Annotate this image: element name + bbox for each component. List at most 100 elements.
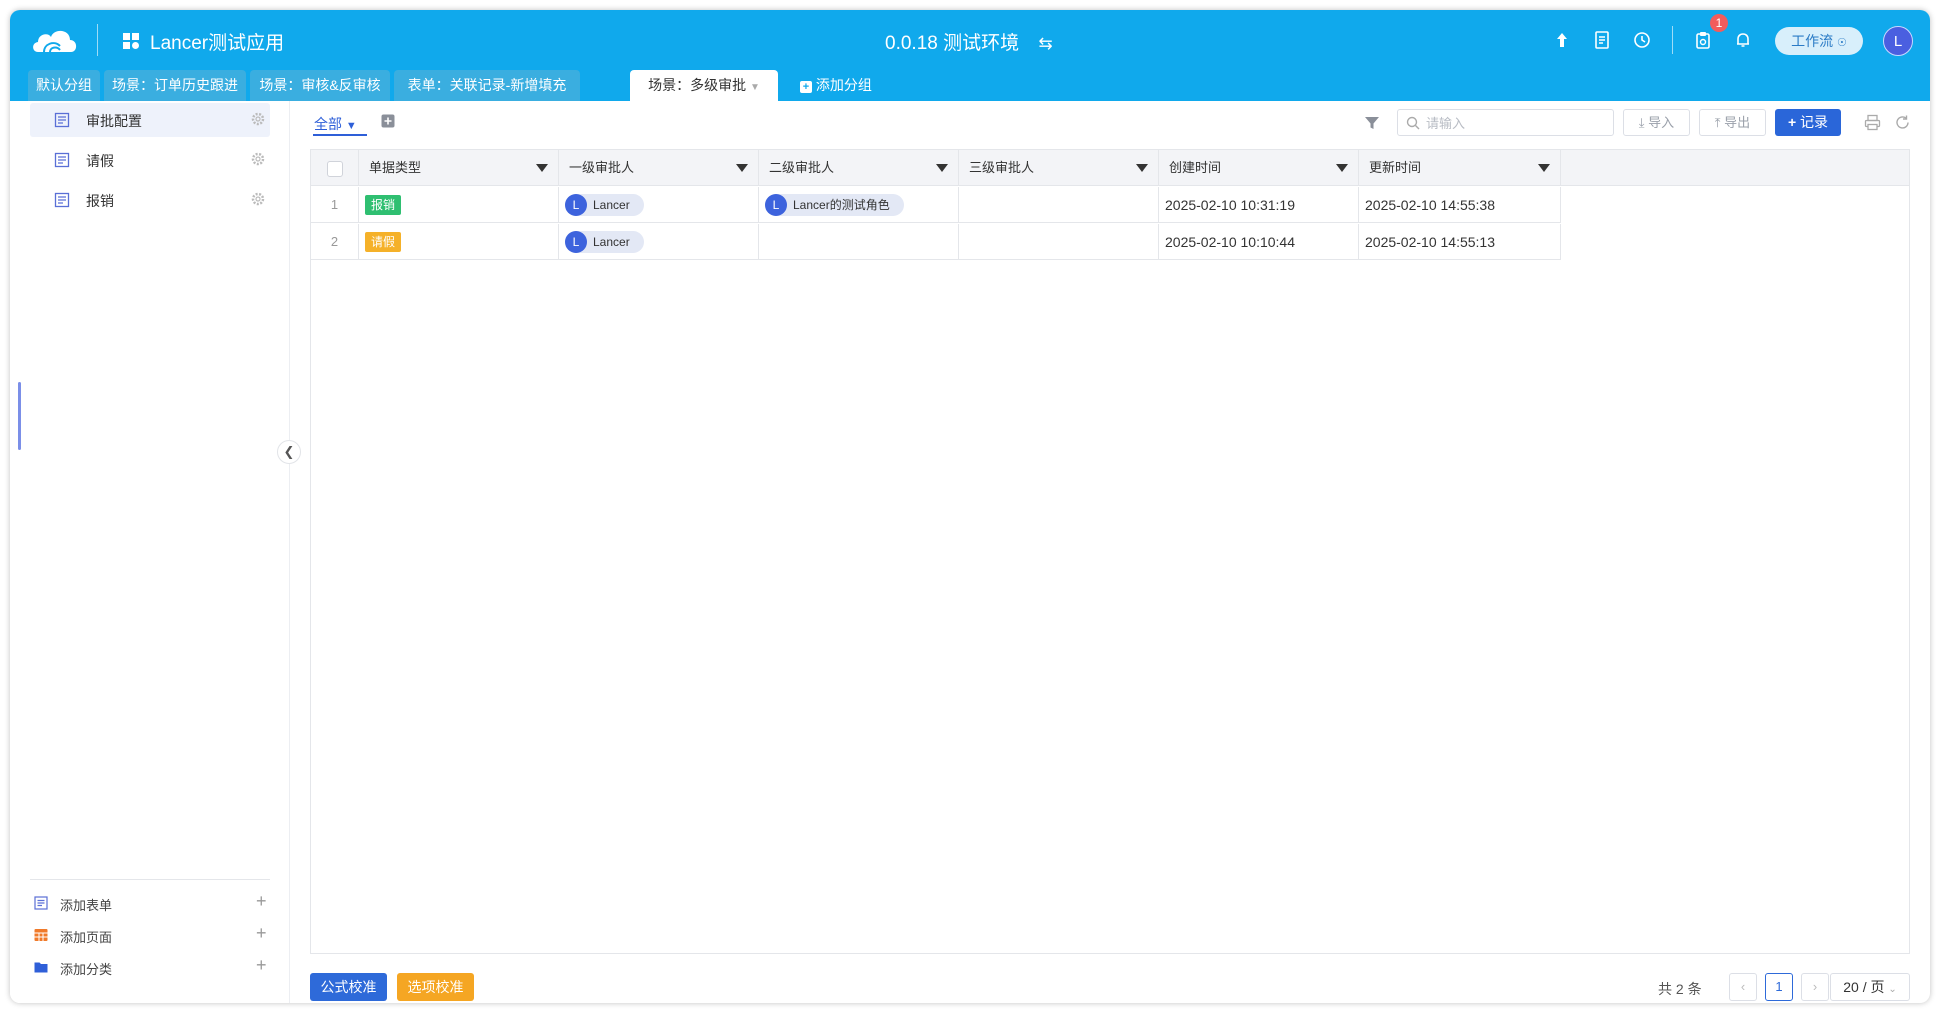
export-button[interactable]: ⤒ 导出 [1699, 109, 1766, 136]
column-header[interactable]: 一级审批人 [559, 150, 759, 186]
level1-approver-cell[interactable]: L Lancer [559, 224, 759, 260]
form-icon [54, 152, 70, 168]
sidebar-item-leave[interactable]: 请假 [30, 143, 270, 177]
add-page-button[interactable]: 添加页面 + [30, 923, 270, 949]
created-time: 2025-02-10 10:31:19 [1165, 197, 1295, 213]
avatar: L [765, 194, 787, 216]
bell-icon[interactable] [1733, 30, 1753, 50]
column-header[interactable]: 创建时间 [1159, 150, 1359, 186]
collapse-sidebar-button[interactable]: ❮ [277, 440, 301, 464]
search-input[interactable] [1426, 113, 1606, 133]
import-label: 导入 [1648, 115, 1675, 130]
updated-time-cell[interactable]: 2025-02-10 14:55:13 [1359, 224, 1561, 260]
add-group-label: 添加分组 [815, 77, 872, 93]
caret-down-icon[interactable] [1336, 164, 1348, 172]
chevron-right-icon: › [1812, 979, 1818, 994]
app-grid-icon [123, 33, 139, 49]
chevron-down-icon[interactable]: ▼ [750, 82, 760, 93]
sidebar-item-reimbursement[interactable]: 报销 [30, 183, 270, 217]
caret-down-icon[interactable] [536, 164, 548, 172]
column-header[interactable]: 二级审批人 [759, 150, 959, 186]
swap-icon[interactable]: ⇆ [1038, 34, 1052, 54]
chevron-down-icon: ⌄ [1888, 984, 1897, 995]
history-clock-icon[interactable] [1632, 30, 1652, 50]
plus-icon: + [1787, 114, 1797, 130]
caret-down-icon[interactable] [1136, 164, 1148, 172]
print-icon[interactable] [1864, 114, 1881, 131]
view-selector[interactable]: 全部 ▼ [314, 114, 357, 134]
type-cell[interactable]: 报销 [359, 187, 559, 223]
plus-square-icon: + [800, 81, 812, 93]
table-row[interactable]: 2 请假 L Lancer 2025-02-10 10:10:44 2025-0… [311, 224, 1561, 260]
type-cell[interactable]: 请假 [359, 224, 559, 260]
page-size-select[interactable]: 20 / 页 ⌄ [1830, 973, 1910, 1001]
document-icon[interactable] [1592, 30, 1612, 50]
formula-calibrate-button[interactable]: 公式校准 [310, 973, 387, 1001]
gear-icon[interactable] [250, 151, 266, 167]
sidebar-item-label: 报销 [86, 193, 114, 209]
scroll-indicator[interactable] [18, 382, 21, 450]
table-row[interactable]: 1 报销 L Lancer L Lancer的测试角色 2025-02-10 1… [311, 187, 1561, 223]
sidebar: 审批配置 请假 报销 添加表单 + 添加页面 + 添加分类 + [10, 101, 290, 1003]
column-label: 二级审批人 [769, 160, 835, 175]
app-name[interactable]: Lancer测试应用 [150, 28, 284, 55]
level2-approver-cell[interactable] [759, 224, 959, 260]
level3-approver-cell[interactable] [959, 224, 1159, 260]
caret-down-icon[interactable] [736, 164, 748, 172]
row-number: 1 [311, 187, 359, 223]
upload-icon[interactable] [1552, 30, 1572, 50]
add-category-button[interactable]: 添加分类 + [30, 955, 270, 981]
total-count: 共 2 条 [1658, 981, 1702, 997]
prev-page-button[interactable]: ‹ [1729, 973, 1757, 1001]
plus-icon[interactable]: + [256, 891, 267, 912]
tab-multi-level-approval[interactable]: 场景：多级审批 ▼ [630, 70, 778, 101]
gear-icon[interactable] [250, 191, 266, 207]
created-time: 2025-02-10 10:10:44 [1165, 234, 1295, 250]
caret-down-icon[interactable] [1538, 164, 1550, 172]
tab-review[interactable]: 场景：审核&反审核 [250, 70, 390, 101]
level1-approver-cell[interactable]: L Lancer [559, 187, 759, 223]
search-box [1397, 109, 1614, 136]
add-form-button[interactable]: 添加表单 + [30, 891, 270, 917]
level3-approver-cell[interactable] [959, 187, 1159, 223]
sidebar-item-approval-config[interactable]: 审批配置 [30, 103, 270, 137]
gear-icon[interactable] [250, 111, 266, 127]
tab-default-group[interactable]: 默认分组 [28, 70, 100, 101]
user-name: Lancer [593, 235, 630, 249]
next-page-button[interactable]: › [1801, 973, 1829, 1001]
header-divider [1672, 26, 1673, 54]
environment-label: 0.0.18 测试环境 [885, 33, 1020, 54]
updated-time-cell[interactable]: 2025-02-10 14:55:38 [1359, 187, 1561, 223]
tab-order-history[interactable]: 场景：订单历史跟进 [104, 70, 246, 101]
created-time-cell[interactable]: 2025-02-10 10:31:19 [1159, 187, 1359, 223]
add-view-icon[interactable] [381, 114, 395, 128]
download-icon: ⤓ [1638, 115, 1645, 130]
select-all-checkbox[interactable] [327, 161, 343, 177]
page-number-button[interactable]: 1 [1765, 973, 1793, 1001]
plus-icon[interactable]: + [256, 955, 267, 976]
type-tag: 报销 [365, 195, 402, 215]
refresh-icon[interactable] [1894, 114, 1911, 131]
created-time-cell[interactable]: 2025-02-10 10:10:44 [1159, 224, 1359, 260]
plus-icon[interactable]: + [256, 923, 267, 944]
clipboard-icon[interactable] [1693, 30, 1713, 50]
import-button[interactable]: ⤓ 导入 [1623, 109, 1690, 136]
tab-related-record[interactable]: 表单：关联记录-新增填充 [394, 70, 580, 101]
caret-down-icon[interactable] [936, 164, 948, 172]
chevron-left-icon: ‹ [1740, 979, 1746, 994]
user-avatar[interactable]: L [1883, 26, 1913, 56]
column-header[interactable]: 单据类型 [359, 150, 559, 186]
filter-icon[interactable] [1364, 115, 1380, 131]
environment-switcher[interactable]: 0.0.18 测试环境 ⇆ [885, 28, 1053, 55]
add-group-button[interactable]: + 添加分组 [800, 70, 872, 101]
add-record-button[interactable]: + 记录 [1775, 109, 1841, 136]
chevron-left-icon: ❮ [283, 444, 295, 459]
column-label: 一级审批人 [569, 160, 635, 175]
column-header[interactable]: 三级审批人 [959, 150, 1159, 186]
level2-approver-cell[interactable]: L Lancer的测试角色 [759, 187, 959, 223]
option-calibrate-button[interactable]: 选项校准 [397, 973, 474, 1001]
column-header[interactable]: 更新时间 [1359, 150, 1561, 186]
sidebar-item-label: 请假 [86, 153, 114, 169]
workflow-button[interactable]: 工作流 ☉ [1775, 27, 1863, 55]
cloud-logo-icon[interactable] [30, 24, 80, 56]
